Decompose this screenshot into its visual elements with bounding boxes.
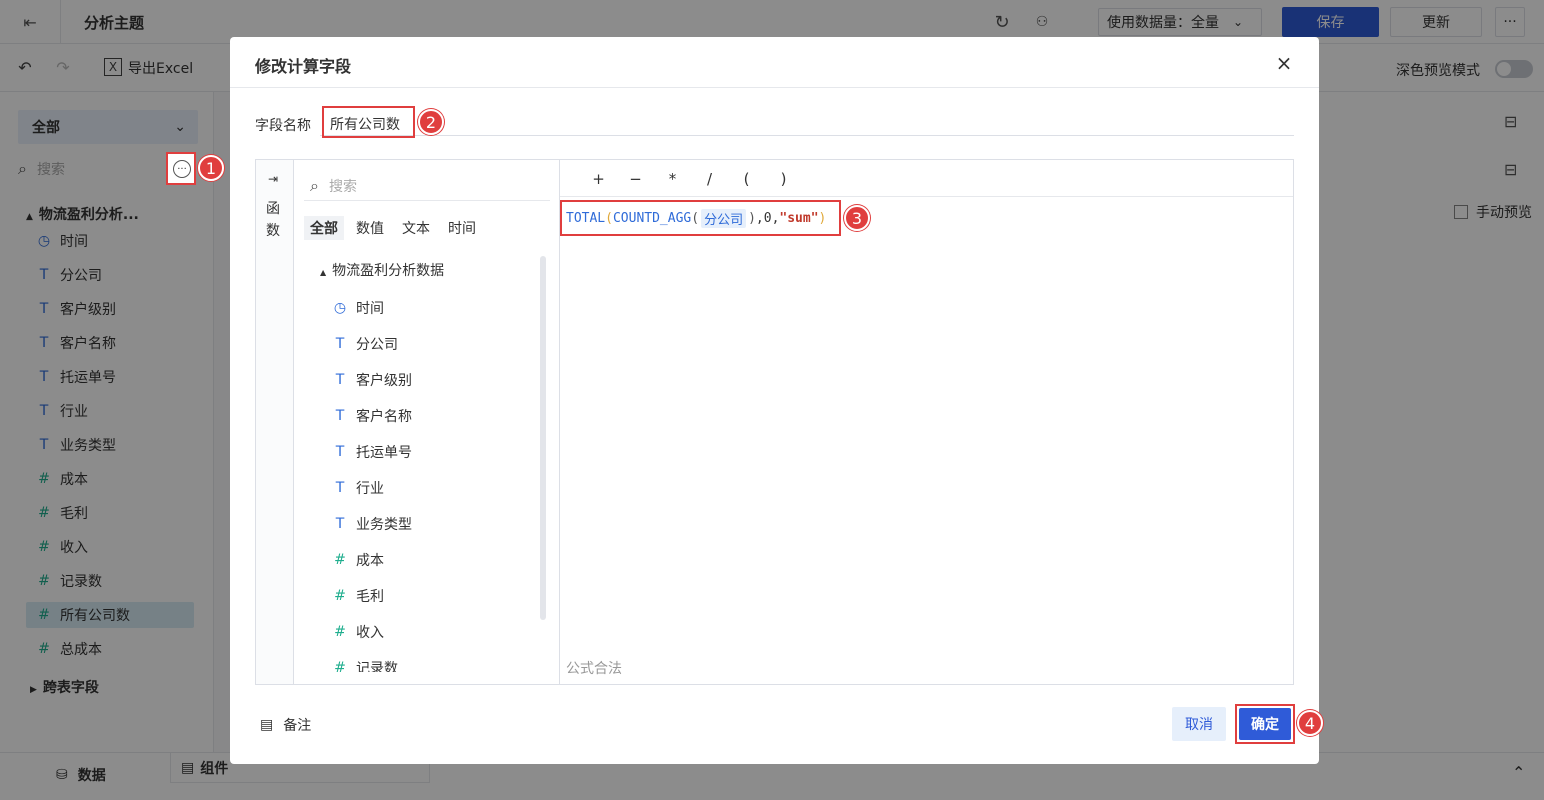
expand-icon[interactable]: ⇥ bbox=[268, 172, 278, 186]
formula-input[interactable]: TOTAL(COUNTD_AGG(分公司) ,0, "sum") bbox=[560, 200, 841, 236]
type-filter-tabs: 全部 数值 文本 时间 bbox=[304, 216, 482, 240]
tree-field-item[interactable]: T 托运单号 bbox=[304, 434, 540, 470]
step-badge-4: 4 bbox=[1297, 710, 1323, 736]
text-type-icon: T bbox=[335, 516, 345, 532]
tree-field-label: 行业 bbox=[356, 481, 384, 497]
tree-field-item[interactable]: T 业务类型 bbox=[304, 506, 540, 542]
tree-field-label: 记录数 bbox=[356, 661, 398, 672]
tree-field-item[interactable]: # 成本 bbox=[304, 542, 540, 578]
step-badge-2: 2 bbox=[418, 109, 444, 135]
tree-field-item[interactable]: T 分公司 bbox=[304, 326, 540, 362]
text-type-icon: T bbox=[335, 336, 345, 352]
more-options-button[interactable]: ··· bbox=[166, 152, 196, 185]
filter-tab[interactable]: 时间 bbox=[442, 216, 482, 240]
cancel-button[interactable]: 取消 bbox=[1172, 707, 1226, 741]
tree-field-label: 托运单号 bbox=[356, 445, 412, 461]
operator-button[interactable]: / bbox=[691, 170, 728, 188]
tree-field-item[interactable]: T 行业 bbox=[304, 470, 540, 506]
confirm-highlight: 确定 bbox=[1235, 704, 1295, 744]
filter-tab[interactable]: 数值 bbox=[350, 216, 390, 240]
tree-field-item[interactable]: # 毛利 bbox=[304, 578, 540, 614]
tree-field-label: 客户级别 bbox=[356, 373, 412, 389]
tree-group-title[interactable]: ▲ 物流盈利分析数据 bbox=[320, 260, 444, 280]
tree-field-item[interactable]: ◷ 时间 bbox=[304, 290, 540, 326]
tree-field-label: 收入 bbox=[356, 625, 384, 641]
operator-button[interactable]: ( bbox=[728, 170, 765, 188]
filter-tab[interactable]: 全部 bbox=[304, 216, 344, 240]
tree-field-list: ◷ 时间 T 分公司 T 客户级别 T 客户名称 T 托运单号 T 行业 T 业务类型 # 成本 # 毛利 # 收入 #… bbox=[304, 290, 540, 672]
number-type-icon: # bbox=[334, 552, 346, 568]
tree-field-item[interactable]: T 客户级别 bbox=[304, 362, 540, 398]
number-type-icon: # bbox=[334, 624, 346, 640]
operator-button[interactable]: ) bbox=[765, 170, 802, 188]
edit-calc-field-dialog: 修改计算字段 × 字段名称 所有公司数 2 ⇥ 函数 ⌕ 搜索 全部 数值 文本 时间… bbox=[230, 37, 1323, 764]
formula-status: 公式合法 bbox=[566, 661, 622, 677]
operator-bar: + − * /() bbox=[580, 168, 802, 190]
tree-field-item[interactable]: # 收入 bbox=[304, 614, 540, 650]
text-type-icon: T bbox=[335, 444, 345, 460]
tree-field-label: 业务类型 bbox=[356, 517, 412, 533]
note-button[interactable]: ▤ 备注 bbox=[260, 715, 311, 735]
step-badge-1: 1 bbox=[198, 155, 224, 181]
formula-area: + − * /() TOTAL(COUNTD_AGG(分公司) ,0, "sum") 3 … bbox=[560, 160, 1293, 684]
dialog-title: 修改计算字段 bbox=[255, 57, 352, 76]
tree-field-item[interactable]: T 客户名称 bbox=[304, 398, 540, 434]
tree-field-label: 成本 bbox=[356, 553, 384, 569]
text-type-icon: T bbox=[335, 480, 345, 496]
confirm-button[interactable]: 确定 bbox=[1239, 708, 1291, 740]
ellipsis-icon: ··· bbox=[173, 160, 191, 178]
operator-button[interactable]: * bbox=[654, 170, 691, 188]
field-tree-panel: ⌕ 搜索 全部 数值 文本 时间 ▲ 物流盈利分析数据 ◷ 时间 T 分公司 T 客户级别 T 客户名… bbox=[294, 160, 560, 684]
number-type-icon: # bbox=[334, 588, 346, 604]
text-type-icon: T bbox=[335, 408, 345, 424]
caret-down-icon: ▲ bbox=[320, 268, 327, 277]
text-type-icon: T bbox=[335, 372, 345, 388]
field-name-input[interactable]: 所有公司数 bbox=[322, 106, 415, 138]
function-sidebar: ⇥ 函数 bbox=[256, 160, 294, 684]
operator-button[interactable]: + bbox=[580, 170, 617, 188]
close-icon[interactable]: × bbox=[1274, 51, 1294, 75]
tree-field-item[interactable]: # 记录数 bbox=[304, 650, 540, 672]
field-token[interactable]: 分公司 bbox=[701, 208, 747, 228]
calc-number-icon: # bbox=[334, 660, 346, 672]
field-name-label: 字段名称 bbox=[255, 118, 311, 134]
tree-field-label: 毛利 bbox=[356, 589, 384, 605]
operator-button[interactable]: − bbox=[617, 170, 654, 188]
clock-icon: ◷ bbox=[333, 300, 347, 316]
filter-tab[interactable]: 文本 bbox=[396, 216, 436, 240]
tree-search-input[interactable]: ⌕ 搜索 bbox=[310, 174, 540, 198]
search-icon: ⌕ bbox=[310, 176, 319, 195]
function-tab[interactable]: 函数 bbox=[266, 198, 282, 242]
tree-field-label: 时间 bbox=[356, 301, 384, 317]
scrollbar[interactable] bbox=[540, 256, 546, 620]
step-badge-3: 3 bbox=[844, 205, 870, 231]
formula-editor-frame: ⇥ 函数 ⌕ 搜索 全部 数值 文本 时间 ▲ 物流盈利分析数据 ◷ 时间 T 分公司 T 客户级… bbox=[255, 159, 1294, 685]
tree-field-label: 客户名称 bbox=[356, 409, 412, 425]
comment-icon: ▤ bbox=[260, 717, 274, 733]
tree-field-label: 分公司 bbox=[356, 337, 398, 353]
